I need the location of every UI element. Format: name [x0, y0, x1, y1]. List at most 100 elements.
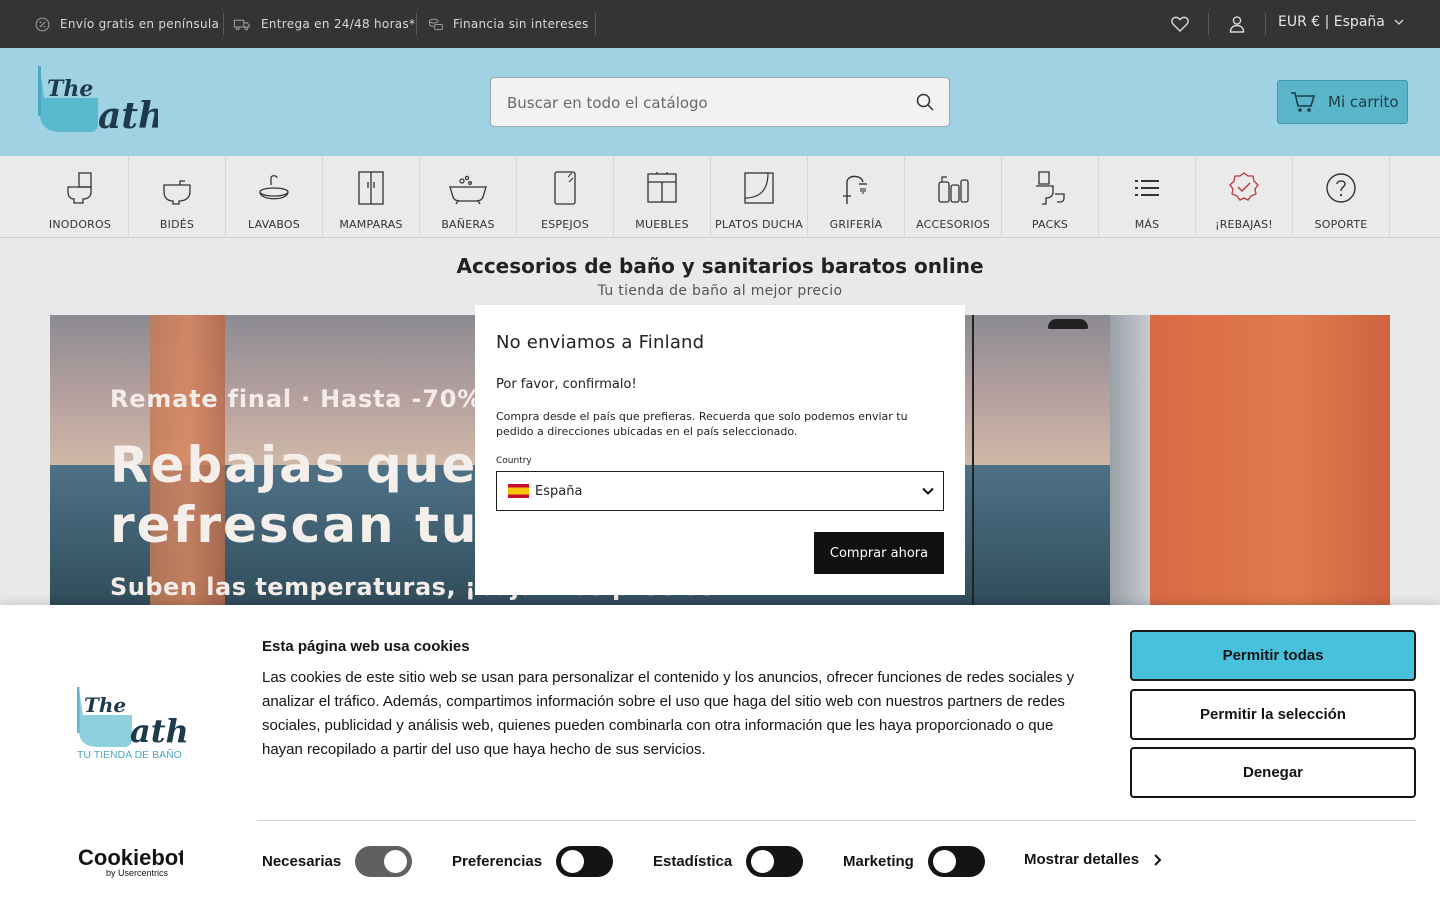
- hero-shower-head: [1048, 319, 1088, 329]
- perk-financing: Financia sin intereses: [427, 14, 589, 34]
- shower-tray-icon: [744, 172, 774, 204]
- chevron-right-icon: [1154, 853, 1162, 866]
- category-label: PLATOS DUCHA: [715, 218, 803, 231]
- search-input[interactable]: [507, 90, 907, 116]
- category-label: BIDÉS: [159, 218, 195, 231]
- shower-screen-icon: [358, 171, 384, 205]
- necessary-toggle: [355, 845, 413, 877]
- divider: [1265, 13, 1266, 35]
- modal-confirm-text: Por favor, confirmalo!: [496, 377, 637, 392]
- category-label: ESPEJOS: [541, 218, 589, 231]
- sale-badge-icon: [1229, 172, 1259, 201]
- site-header: The ath Mi carrito: [0, 48, 1440, 156]
- category-mas[interactable]: MÁS: [1099, 156, 1196, 238]
- coins-icon: [429, 18, 443, 30]
- logo-text-ath: ath: [98, 95, 158, 134]
- shop-now-button[interactable]: Comprar ahora: [814, 532, 944, 574]
- search-box[interactable]: [490, 77, 950, 127]
- category-nav: INODOROS BIDÉS LAVABOS MAMPARAS BAÑERAS …: [0, 156, 1440, 238]
- toggle-necesarias: Necesarias: [262, 845, 413, 877]
- user-icon[interactable]: [1227, 14, 1247, 34]
- allow-selection-button[interactable]: Permitir la selección: [1130, 689, 1416, 740]
- country-value: España: [535, 483, 583, 499]
- help-icon: [1326, 173, 1356, 203]
- category-lavabos[interactable]: LAVABOS: [226, 156, 323, 238]
- chevron-down-icon: [1394, 19, 1404, 25]
- toggle-label: Necesarias: [262, 852, 342, 870]
- preferences-toggle[interactable]: [556, 845, 614, 877]
- hero-wall: [1110, 315, 1154, 615]
- category-label: INODOROS: [48, 218, 112, 231]
- list-icon: [1135, 180, 1159, 196]
- modal-description: Compra desde el país que prefieras. Recu…: [496, 410, 908, 438]
- spain-flag-icon: [508, 484, 529, 498]
- thebath-logo: The ath TU TIENDA DE BAÑO: [77, 687, 189, 761]
- statistics-toggle[interactable]: [746, 845, 804, 877]
- allow-all-button[interactable]: Permitir todas: [1130, 630, 1416, 681]
- faucet-icon: [843, 175, 867, 204]
- thebath-logo[interactable]: The ath: [38, 66, 158, 134]
- country-modal: No enviamos a Finland Por favor, confirm…: [475, 305, 965, 595]
- category-soporte[interactable]: SOPORTE: [1293, 156, 1390, 238]
- category-baneras[interactable]: BAÑERAS: [420, 156, 517, 238]
- locale-label: EUR € | España: [1278, 14, 1385, 30]
- category-platos-ducha[interactable]: PLATOS DUCHA: [711, 156, 808, 238]
- divider: [595, 13, 596, 35]
- category-griferia[interactable]: GRIFERÍA: [808, 156, 905, 238]
- hero-shower-pole: [972, 315, 974, 615]
- perk-label: Financia sin intereses: [453, 17, 589, 31]
- cart-icon: [1291, 92, 1316, 112]
- toggle-label: Preferencias: [452, 852, 543, 870]
- toggle-label: Estadística: [653, 852, 733, 870]
- heart-icon[interactable]: [1170, 14, 1190, 34]
- pack-icon: [1036, 171, 1065, 205]
- category-label: PACKS: [1031, 218, 1069, 231]
- divider: [223, 13, 224, 35]
- category-inodoros[interactable]: INODOROS: [32, 156, 129, 238]
- mirror-icon: [554, 171, 576, 205]
- sink-icon: [259, 175, 289, 200]
- category-muebles[interactable]: MUEBLES: [614, 156, 711, 238]
- cart-label: Mi carrito: [1328, 93, 1399, 111]
- chevron-down-icon: [922, 487, 934, 495]
- cookie-banner: The ath TU TIENDA DE BAÑO Esta página we…: [0, 605, 1440, 900]
- cart-button[interactable]: Mi carrito: [1277, 80, 1408, 124]
- cookie-text: Las cookies de este sitio web se usan pa…: [262, 669, 1075, 758]
- country-label: Country: [496, 456, 532, 466]
- page-subtitle: Tu tienda de baño al mejor precio: [597, 283, 843, 299]
- category-label: ACCESORIOS: [916, 218, 990, 231]
- search-icon[interactable]: [915, 92, 935, 112]
- divider: [257, 820, 1416, 821]
- toggle-label: Marketing: [843, 852, 914, 870]
- truck-icon: [233, 19, 250, 30]
- perk-label: Entrega en 24/48 horas*: [261, 17, 416, 31]
- category-packs[interactable]: PACKS: [1002, 156, 1099, 238]
- category-rebajas[interactable]: ¡REBAJAS!: [1196, 156, 1293, 238]
- category-label: BAÑERAS: [441, 218, 495, 231]
- show-details-label: Mostrar detalles: [1024, 851, 1140, 868]
- currency-country-selector[interactable]: EUR € | España: [1278, 14, 1405, 30]
- category-accesorios[interactable]: ACCESORIOS: [905, 156, 1002, 238]
- toggle-estadistica: Estadística: [653, 845, 804, 877]
- toggle-preferencias: Preferencias: [452, 845, 614, 877]
- deny-button[interactable]: Denegar: [1130, 747, 1416, 798]
- marketing-toggle[interactable]: [927, 845, 985, 877]
- logo-text-the: The: [84, 693, 126, 717]
- cookiebot-logo[interactable]: Cookiebot by Usercentrics: [78, 845, 183, 879]
- category-mamparas[interactable]: MAMPARAS: [323, 156, 420, 238]
- logo-tagline: TU TIENDA DE BAÑO: [77, 748, 182, 761]
- hero-curtain: [1150, 315, 1390, 615]
- logo-text-ath: ath: [130, 712, 189, 750]
- cookie-title: Esta página web usa cookies: [262, 638, 470, 655]
- category-espejos[interactable]: ESPEJOS: [517, 156, 614, 238]
- category-label: ¡REBAJAS!: [1215, 218, 1273, 231]
- country-select[interactable]: España: [496, 471, 944, 511]
- cookiebot-byline: by Usercentrics: [106, 868, 169, 878]
- toggle-marketing: Marketing: [843, 845, 985, 877]
- category-bides[interactable]: BIDÉS: [129, 156, 226, 238]
- top-info-bar: Envío gratis en península Entrega en 24/…: [0, 0, 1440, 48]
- cabinet-icon: [647, 172, 677, 203]
- hero-kicker: Remate final · Hasta -70%: [110, 385, 483, 413]
- show-details-link[interactable]: Mostrar detalles: [1024, 851, 1162, 868]
- bathtub-icon: [449, 175, 487, 205]
